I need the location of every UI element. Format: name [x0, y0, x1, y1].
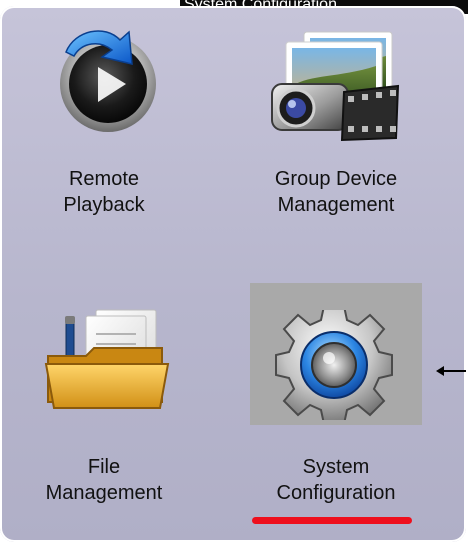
gear-icon — [274, 305, 394, 425]
tile-system-configuration[interactable]: System Configuration — [246, 284, 426, 534]
tile-remote-playback[interactable]: Remote Playback — [14, 14, 194, 264]
tile-label-line1: File — [87, 456, 121, 478]
tile-label-line1: Group Device — [274, 168, 398, 190]
tile-label-line1: Remote — [68, 168, 140, 190]
tile-label-line2: Playback — [63, 194, 145, 216]
tile-label-system-configuration: System Configuration — [246, 454, 426, 506]
remote-playback-icon — [50, 22, 160, 132]
tile-label-remote-playback: Remote Playback — [14, 166, 194, 218]
tile-label-line1: System — [302, 456, 370, 478]
folder-documents-icon — [38, 304, 178, 414]
left-arrow-icon — [434, 361, 468, 381]
selection-underline — [252, 517, 412, 524]
tile-label-group-device-management: Group Device Management — [246, 166, 426, 218]
tile-label-line2: Management — [45, 482, 163, 504]
tile-file-management[interactable]: File Management — [14, 284, 194, 534]
camcorder-photos-icon — [266, 26, 406, 146]
tile-group-device-management[interactable]: Group Device Management — [246, 14, 426, 264]
tile-label-file-management: File Management — [14, 454, 194, 506]
tile-label-line2: Configuration — [276, 482, 396, 504]
tile-label-line2: Management — [277, 194, 395, 216]
